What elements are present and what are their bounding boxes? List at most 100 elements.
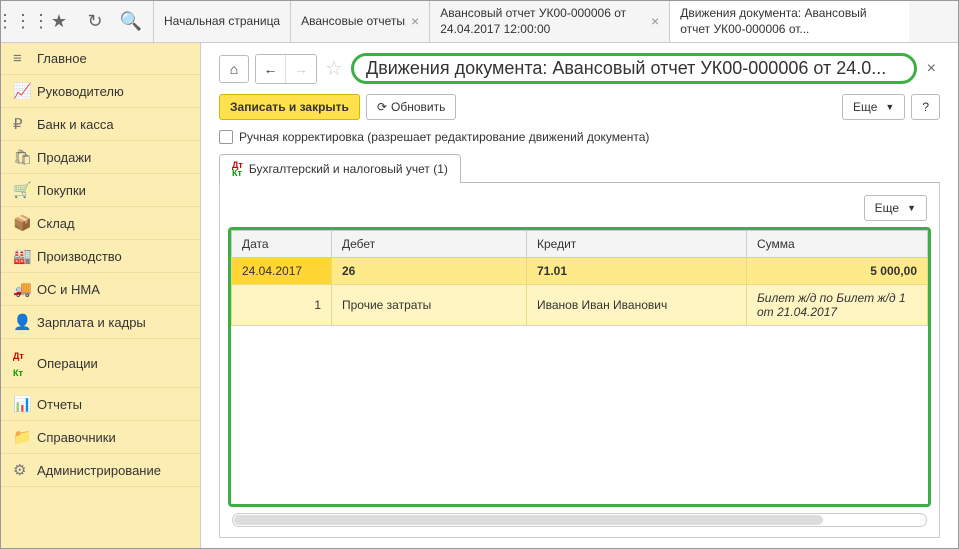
tabs: Начальная страница Авансовые отчеты × Ав… [153, 1, 958, 42]
button-label: ? [922, 100, 929, 114]
col-credit[interactable]: Кредит [527, 231, 747, 258]
close-button[interactable]: × [923, 60, 940, 78]
tab-label: Бухгалтерский и налоговый учет (1) [249, 162, 448, 176]
sidebar-item-sales[interactable]: 🛍 Продажи [1, 141, 200, 174]
forward-button[interactable]: → [286, 55, 316, 83]
sidebar-item-label: Операции [37, 356, 98, 371]
scrollbar-thumb[interactable] [234, 515, 823, 525]
sidebar-item-manager[interactable]: 📈 Руководителю [1, 75, 200, 108]
more-button[interactable]: Еще ▼ [842, 94, 905, 120]
sidebar-item-directories[interactable]: 📁 Справочники [1, 421, 200, 454]
col-sum[interactable]: Сумма [747, 231, 928, 258]
close-icon[interactable]: × [651, 12, 659, 30]
sidebar-item-label: Склад [37, 216, 75, 231]
top-bar: ⋮⋮⋮ ★ ↻ 🔍 Начальная страница Авансовые о… [1, 1, 958, 43]
table-row[interactable]: 24.04.2017 26 71.01 5 000,00 [232, 258, 928, 285]
page-title: Движения документа: Авансовый отчет УК00… [351, 53, 917, 84]
bag-icon: 🛍 [13, 148, 37, 166]
truck-icon: 🚚 [13, 280, 37, 298]
checkbox-label: Ручная корректировка (разрешает редактир… [239, 130, 649, 144]
sidebar-item-reports[interactable]: 📊 Отчеты [1, 388, 200, 421]
sidebar-item-label: ОС и НМА [37, 282, 100, 297]
dtkt-icon: ДтКт [13, 346, 37, 380]
table-toolbar: Еще ▼ [228, 195, 931, 221]
cell-credit-desc: Иванов Иван Иванович [527, 285, 747, 326]
folder-icon: 📁 [13, 428, 37, 446]
top-icons: ⋮⋮⋮ ★ ↻ 🔍 [1, 1, 153, 42]
col-date[interactable]: Дата [232, 231, 332, 258]
search-icon[interactable]: 🔍 [113, 1, 149, 43]
tab-advance-report-doc[interactable]: Авансовый отчет УК00-000006 от 24.04.201… [429, 1, 669, 42]
close-icon[interactable]: × [411, 12, 419, 30]
sidebar-item-label: Банк и касса [37, 117, 114, 132]
sidebar: ≡ Главное 📈 Руководителю ₽ Банк и касса … [1, 43, 201, 548]
chevron-down-icon: ▼ [907, 203, 916, 213]
star-icon[interactable]: ★ [41, 1, 77, 43]
menu-icon: ≡ [13, 50, 37, 67]
sidebar-item-label: Администрирование [37, 463, 161, 478]
table-area: Еще ▼ Дата Дебет Кредит Сумма [219, 183, 940, 538]
gear-icon: ⚙ [13, 461, 37, 479]
table-filler [231, 326, 928, 504]
tab-label: Движения документа: Авансовый отчет УК00… [680, 6, 899, 37]
col-debit[interactable]: Дебет [332, 231, 527, 258]
cell-debit: 26 [332, 258, 527, 285]
back-button[interactable]: ← [256, 55, 286, 83]
help-button[interactable]: ? [911, 94, 940, 120]
sidebar-item-label: Руководителю [37, 84, 124, 99]
cart-icon: 🛒 [13, 181, 37, 199]
chevron-down-icon: ▼ [885, 102, 894, 112]
title-row: ⌂ ← → ☆ Движения документа: Авансовый от… [219, 53, 940, 84]
tab-advance-reports[interactable]: Авансовые отчеты × [290, 1, 429, 42]
tab-label: Авансовый отчет УК00-000006 от 24.04.201… [440, 6, 645, 37]
tab-accounting[interactable]: ДтКт Бухгалтерский и налоговый учет (1) [219, 154, 461, 183]
bar-chart-icon: 📊 [13, 395, 37, 413]
sidebar-item-label: Справочники [37, 430, 116, 445]
sidebar-item-label: Производство [37, 249, 122, 264]
apps-icon[interactable]: ⋮⋮⋮ [5, 1, 41, 43]
person-icon: 👤 [13, 313, 37, 331]
table-row[interactable]: 1 Прочие затраты Иванов Иван Иванович Би… [232, 285, 928, 326]
refresh-button[interactable]: ⟳ Обновить [366, 94, 456, 120]
factory-icon: 🏭 [13, 247, 37, 265]
home-button[interactable]: ⌂ [219, 55, 249, 83]
button-label: Записать и закрыть [230, 100, 349, 114]
cell-num: 1 [232, 285, 332, 326]
button-label: Еще [875, 201, 899, 215]
cell-sum-desc: Билет ж/д по Билет ж/д 1 от 21.04.2017 [747, 285, 928, 326]
sidebar-item-label: Продажи [37, 150, 91, 165]
history-icon[interactable]: ↻ [77, 1, 113, 43]
horizontal-scrollbar[interactable] [232, 513, 927, 527]
table-more-button[interactable]: Еще ▼ [864, 195, 927, 221]
manual-correction-checkbox[interactable] [219, 130, 233, 144]
sidebar-item-salary[interactable]: 👤 Зарплата и кадры [1, 306, 200, 339]
tab-document-movements[interactable]: Движения документа: Авансовый отчет УК00… [669, 1, 909, 42]
sidebar-item-label: Покупки [37, 183, 86, 198]
cell-date: 24.04.2017 [232, 258, 332, 285]
sidebar-item-purchases[interactable]: 🛒 Покупки [1, 174, 200, 207]
sidebar-item-operations[interactable]: ДтКт Операции [1, 339, 200, 388]
data-table-wrap: Дата Дебет Кредит Сумма 24.04.2017 26 71… [228, 227, 931, 507]
sidebar-item-bank[interactable]: ₽ Банк и касса [1, 108, 200, 141]
chart-icon: 📈 [13, 82, 37, 100]
box-icon: 📦 [13, 214, 37, 232]
tab-label: Начальная страница [164, 14, 280, 30]
button-label: Еще [853, 100, 877, 114]
sidebar-item-main[interactable]: ≡ Главное [1, 43, 200, 75]
sidebar-item-production[interactable]: 🏭 Производство [1, 240, 200, 273]
main-layout: ≡ Главное 📈 Руководителю ₽ Банк и касса … [1, 43, 958, 548]
sidebar-item-os-nma[interactable]: 🚚 ОС и НМА [1, 273, 200, 306]
sidebar-item-label: Зарплата и кадры [37, 315, 146, 330]
sidebar-item-admin[interactable]: ⚙ Администрирование [1, 454, 200, 487]
cell-debit-desc: Прочие затраты [332, 285, 527, 326]
sidebar-item-warehouse[interactable]: 📦 Склад [1, 207, 200, 240]
sidebar-item-label: Отчеты [37, 397, 82, 412]
sidebar-item-label: Главное [37, 51, 87, 66]
favorite-button[interactable]: ☆ [323, 58, 345, 80]
save-close-button[interactable]: Записать и закрыть [219, 94, 360, 120]
manual-correction-row: Ручная корректировка (разрешает редактир… [219, 130, 940, 144]
cell-credit: 71.01 [527, 258, 747, 285]
button-label: Обновить [391, 100, 445, 114]
tab-home[interactable]: Начальная страница [153, 1, 290, 42]
dtkt-icon: ДтКт [232, 161, 243, 177]
